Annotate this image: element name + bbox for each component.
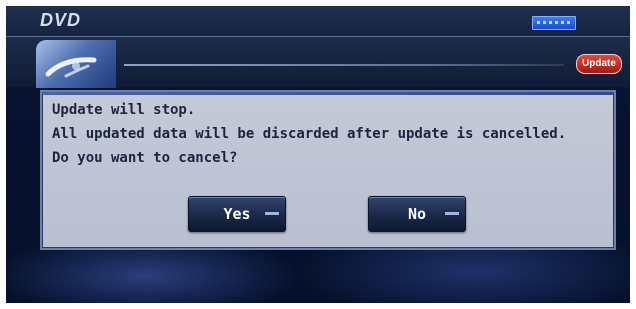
dialog-accent-line bbox=[42, 92, 614, 95]
yes-button[interactable]: Yes bbox=[188, 196, 286, 232]
source-label: DVD bbox=[40, 10, 82, 30]
message-line-2: All updated data will be discarded after… bbox=[52, 126, 567, 142]
header-divider bbox=[124, 64, 564, 66]
message-line-3: Do you want to cancel? bbox=[52, 150, 238, 166]
no-button-label: No bbox=[407, 205, 427, 223]
top-bar: DVD bbox=[6, 6, 630, 37]
cancel-update-dialog: Update will stop. All updated data will … bbox=[40, 90, 616, 250]
status-indicator-icon bbox=[532, 16, 576, 30]
yes-button-accent bbox=[265, 212, 279, 215]
disc-emblem-icon bbox=[36, 40, 116, 88]
no-button-accent bbox=[445, 212, 459, 215]
update-badge: Update bbox=[576, 54, 622, 74]
yes-button-label: Yes bbox=[223, 205, 251, 223]
no-button[interactable]: No bbox=[368, 196, 466, 232]
message-line-1: Update will stop. bbox=[52, 102, 196, 118]
nav-screen: DVD Update Update will stop. All updated… bbox=[6, 6, 630, 303]
